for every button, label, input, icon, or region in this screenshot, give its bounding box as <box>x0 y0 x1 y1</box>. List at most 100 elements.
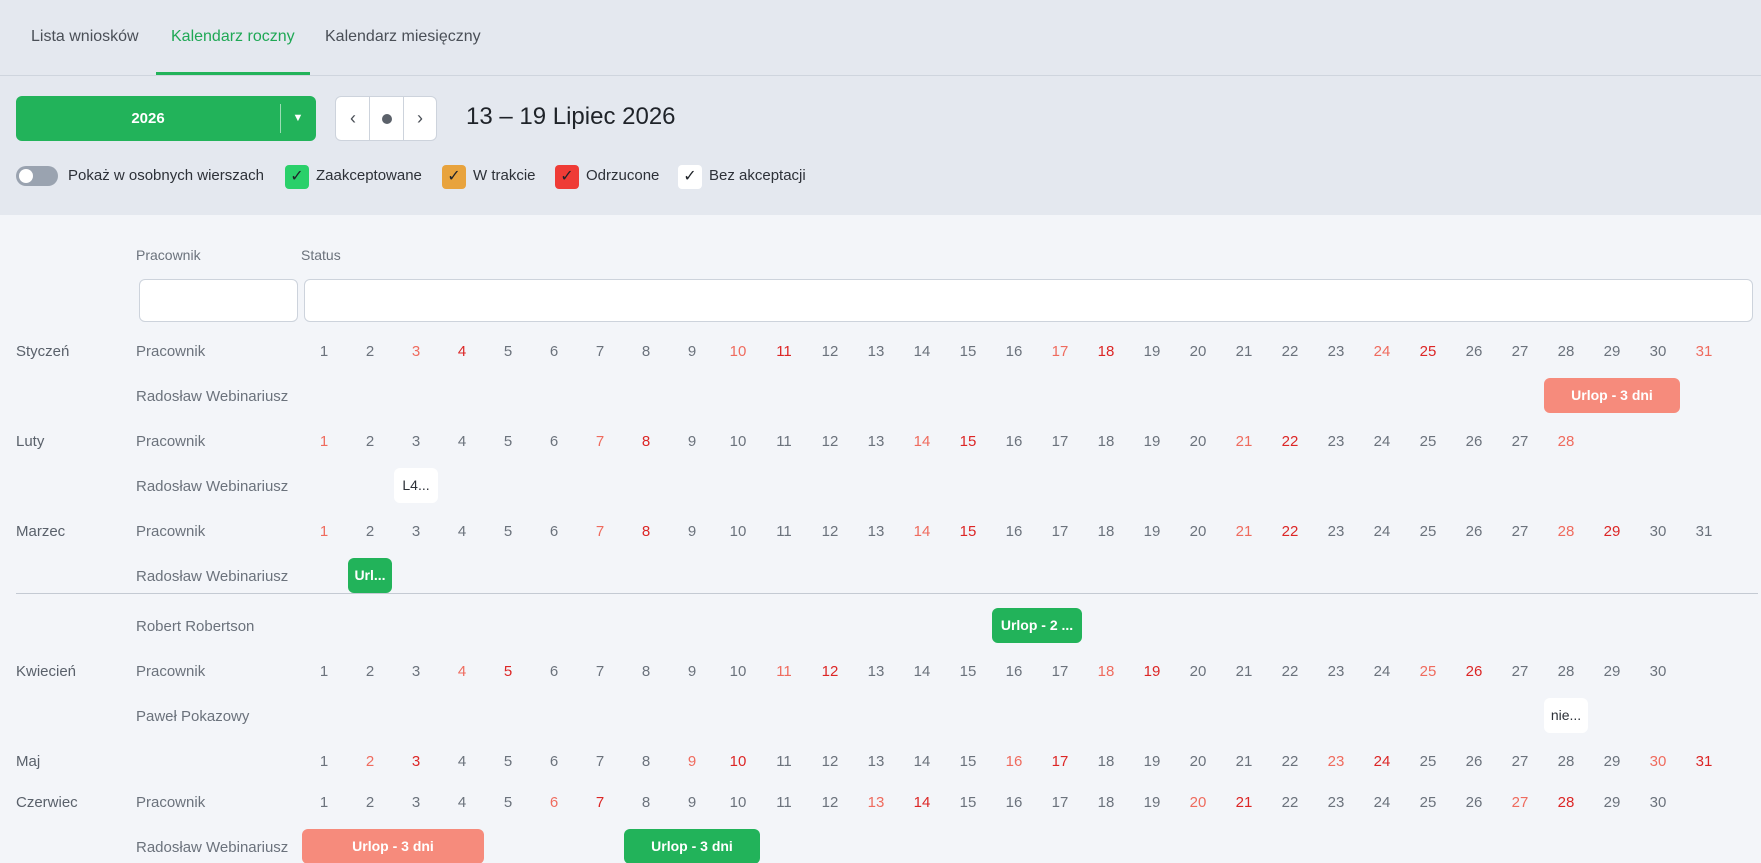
day-number: 4 <box>457 753 467 770</box>
day-number: 9 <box>687 753 697 770</box>
day-number: 29 <box>1603 753 1621 770</box>
leave-event[interactable]: nie... <box>1544 698 1588 733</box>
day-number: 11 <box>776 523 792 540</box>
day-number: 8 <box>641 433 651 450</box>
no-acceptance-checkbox[interactable]: ✓ <box>678 165 702 189</box>
day-number: 18 <box>1097 343 1115 360</box>
day-number: 26 <box>1465 753 1483 770</box>
dot-icon <box>382 114 392 125</box>
leave-event[interactable]: Urlop - 3 dni <box>624 829 760 863</box>
day-number: 19 <box>1143 523 1161 540</box>
chevron-right-icon[interactable]: › <box>403 97 437 140</box>
day-number: 8 <box>641 663 651 680</box>
separate-rows-toggle[interactable] <box>16 166 58 186</box>
day-number: 21 <box>1235 523 1253 540</box>
day-number: 20 <box>1189 523 1207 540</box>
day-number: 17 <box>1051 794 1069 811</box>
day-number: 12 <box>821 523 839 540</box>
day-number: 3 <box>411 794 421 811</box>
day-number: 27 <box>1511 753 1529 770</box>
employee-name[interactable]: Radosław Webinariusz <box>136 388 288 405</box>
day-number: 24 <box>1373 794 1391 811</box>
day-number: 24 <box>1373 663 1391 680</box>
date-range-title: 13 – 19 Lipiec 2026 <box>466 103 676 130</box>
in-progress-label: W trakcie <box>473 167 536 184</box>
day-number: 2 <box>365 433 375 450</box>
month-header-label: Pracownik <box>136 663 206 680</box>
tab-monthly-calendar[interactable]: Kalendarz miesięczny <box>325 28 481 46</box>
day-number: 31 <box>1695 523 1713 540</box>
day-number: 27 <box>1511 794 1529 811</box>
day-number: 25 <box>1419 753 1437 770</box>
day-number: 27 <box>1511 663 1529 680</box>
year-select[interactable]: 2026 ▼ <box>16 96 316 141</box>
leave-event[interactable]: Urlop - 3 dni <box>302 829 484 863</box>
employee-filter-input[interactable] <box>139 279 298 322</box>
employee-name[interactable]: Paweł Pokazowy <box>136 708 249 725</box>
employee-name[interactable]: Radosław Webinariusz <box>136 478 288 495</box>
employee-name[interactable]: Robert Robertson <box>136 618 254 635</box>
period-navigation: ‹ › <box>335 96 437 141</box>
leave-event[interactable]: Url... <box>348 558 392 593</box>
day-number: 1 <box>319 343 329 360</box>
day-number: 28 <box>1557 343 1575 360</box>
day-number: 3 <box>411 523 421 540</box>
month-header-label: Pracownik <box>136 433 206 450</box>
group-separator <box>16 593 1758 594</box>
day-number: 23 <box>1327 663 1345 680</box>
day-number: 6 <box>549 753 559 770</box>
day-number: 22 <box>1281 523 1299 540</box>
day-number: 10 <box>729 523 747 540</box>
year-value: 2026 <box>131 110 165 127</box>
day-number: 16 <box>1005 663 1023 680</box>
day-number: 18 <box>1097 523 1115 540</box>
separate-rows-label: Pokaż w osobnych wierszach <box>68 167 264 184</box>
day-number: 20 <box>1189 794 1207 811</box>
day-number: 25 <box>1419 523 1437 540</box>
day-number: 18 <box>1097 433 1115 450</box>
employee-name[interactable]: Radosław Webinariusz <box>136 839 288 856</box>
day-number: 16 <box>1005 794 1023 811</box>
rejected-checkbox[interactable]: ✓ <box>555 165 579 189</box>
today-button[interactable] <box>370 97 404 140</box>
day-number: 30 <box>1649 343 1667 360</box>
day-number: 3 <box>411 433 421 450</box>
day-number: 20 <box>1189 343 1207 360</box>
day-number: 2 <box>365 523 375 540</box>
month-label: Luty <box>16 433 45 450</box>
leave-event[interactable]: L4... <box>394 468 438 503</box>
day-number: 2 <box>365 794 375 811</box>
employee-name[interactable]: Radosław Webinariusz <box>136 568 288 585</box>
check-icon: ✓ <box>683 168 697 185</box>
in-progress-checkbox[interactable]: ✓ <box>442 165 466 189</box>
day-number: 15 <box>959 794 977 811</box>
day-number: 12 <box>821 794 839 811</box>
leave-event[interactable]: Urlop - 2 ... <box>992 608 1082 643</box>
chevron-left-icon[interactable]: ‹ <box>336 97 370 140</box>
day-number: 24 <box>1373 433 1391 450</box>
status-filter-input[interactable] <box>304 279 1753 322</box>
caret-down-icon[interactable]: ▼ <box>280 96 316 141</box>
day-number: 11 <box>776 663 792 680</box>
leave-event[interactable]: Urlop - 3 dni <box>1544 378 1680 413</box>
day-number: 6 <box>549 433 559 450</box>
day-number: 9 <box>687 433 697 450</box>
day-number: 23 <box>1327 433 1345 450</box>
day-number: 25 <box>1419 433 1437 450</box>
day-number: 26 <box>1465 794 1483 811</box>
day-number: 13 <box>867 433 885 450</box>
day-number: 7 <box>595 753 605 770</box>
day-number: 29 <box>1603 523 1621 540</box>
day-number: 11 <box>776 794 792 811</box>
day-number: 11 <box>776 433 792 450</box>
day-number: 15 <box>959 523 977 540</box>
day-number: 13 <box>867 343 885 360</box>
day-number: 23 <box>1327 753 1345 770</box>
day-number: 16 <box>1005 433 1023 450</box>
day-number: 23 <box>1327 794 1345 811</box>
tab-yearly-calendar[interactable]: Kalendarz roczny <box>171 28 295 46</box>
tab-request-list[interactable]: Lista wniosków <box>31 28 139 46</box>
accepted-checkbox[interactable]: ✓ <box>285 165 309 189</box>
top-panel: Lista wniosków Kalendarz roczny Kalendar… <box>0 0 1761 215</box>
day-number: 19 <box>1143 753 1161 770</box>
